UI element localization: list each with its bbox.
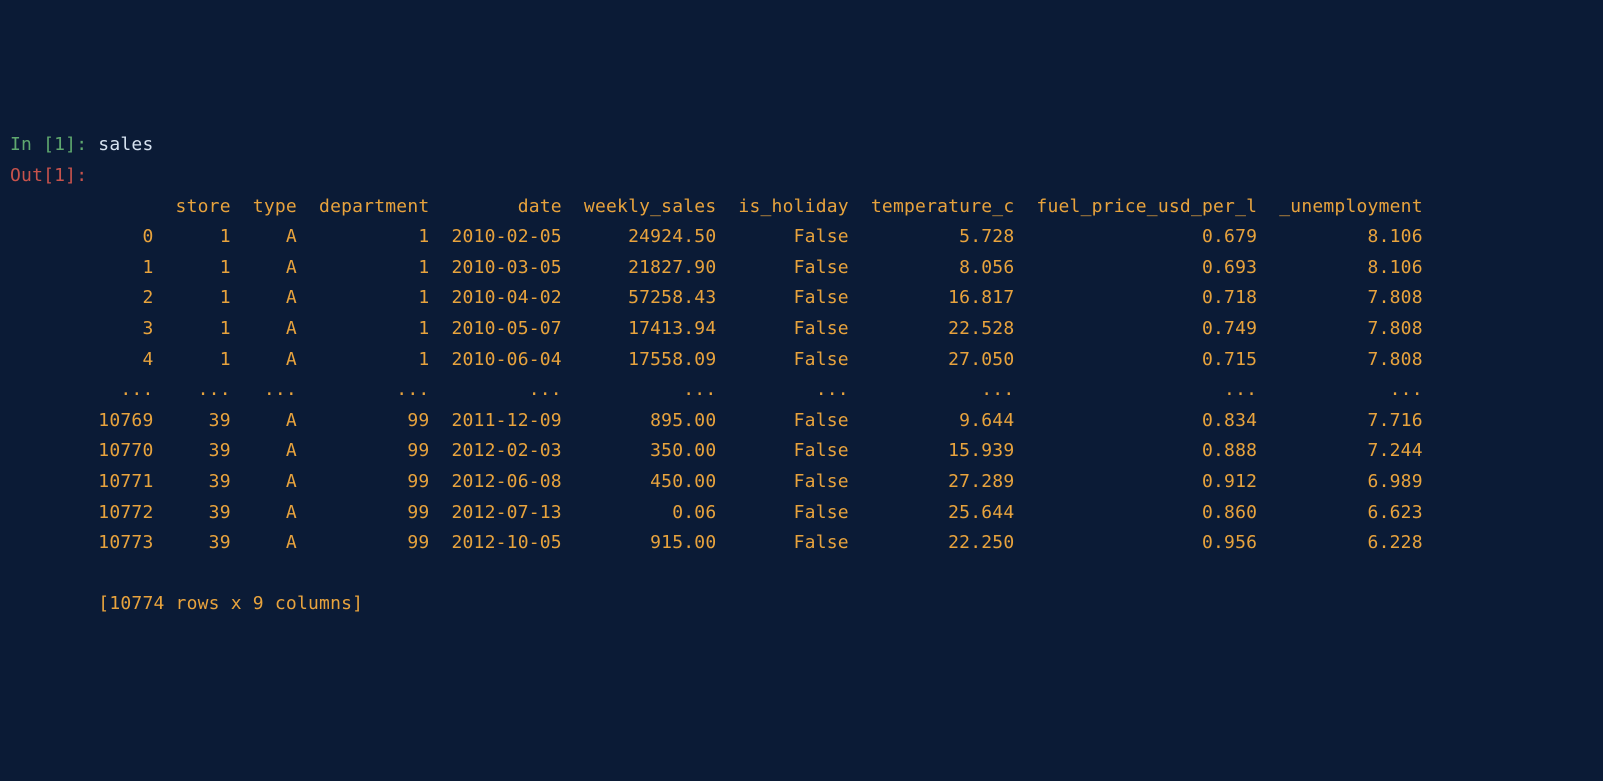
output-prompt: Out[1]: (10, 165, 87, 186)
dataframe-output: store type department date weekly_sales … (10, 196, 1423, 615)
input-prompt: In [1]: (10, 134, 98, 155)
input-code: sales (98, 134, 153, 155)
ipython-cell: In [1]: sales Out[1]: store type departm… (10, 130, 1593, 620)
